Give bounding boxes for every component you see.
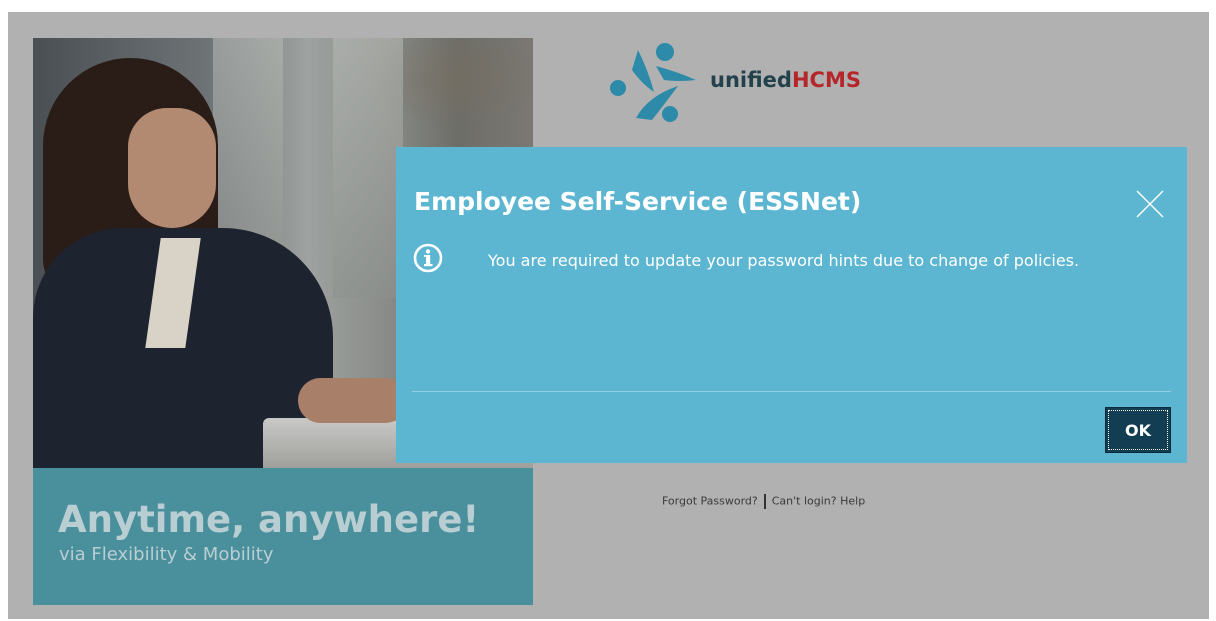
logo-wordmark: unifiedHCMS (710, 68, 861, 92)
forgot-password-link[interactable]: Forgot Password? (662, 495, 758, 508)
dialog-message: You are required to update your password… (488, 251, 1080, 270)
logo-text-hcms: HCMS (791, 68, 861, 92)
login-help-links: Forgot Password? Can't login? Help (662, 494, 865, 509)
link-separator (763, 494, 766, 509)
promo-headline: Anytime, anywhere! (58, 498, 480, 541)
cant-login-help-link[interactable]: Can't login? Help (772, 495, 865, 508)
ok-button[interactable]: OK (1105, 407, 1171, 453)
logo-text-unified: unified (710, 68, 792, 92)
dialog-divider (412, 391, 1171, 392)
background-window (333, 38, 403, 298)
alert-dialog: Employee Self-Service (ESSNet) You are r… (396, 147, 1187, 463)
close-icon[interactable] (1133, 187, 1167, 221)
dialog-title: Employee Self-Service (ESSNet) (414, 187, 862, 216)
unifiedhcms-logo: unifiedHCMS (608, 40, 878, 124)
info-circle-icon (413, 243, 443, 273)
person-hand (298, 378, 408, 423)
promo-subheadline: via Flexibility & Mobility (59, 544, 274, 565)
person-face (128, 108, 216, 228)
logo-mark-icon (610, 43, 696, 122)
promo-banner: Anytime, anywhere! via Flexibility & Mob… (33, 468, 533, 605)
